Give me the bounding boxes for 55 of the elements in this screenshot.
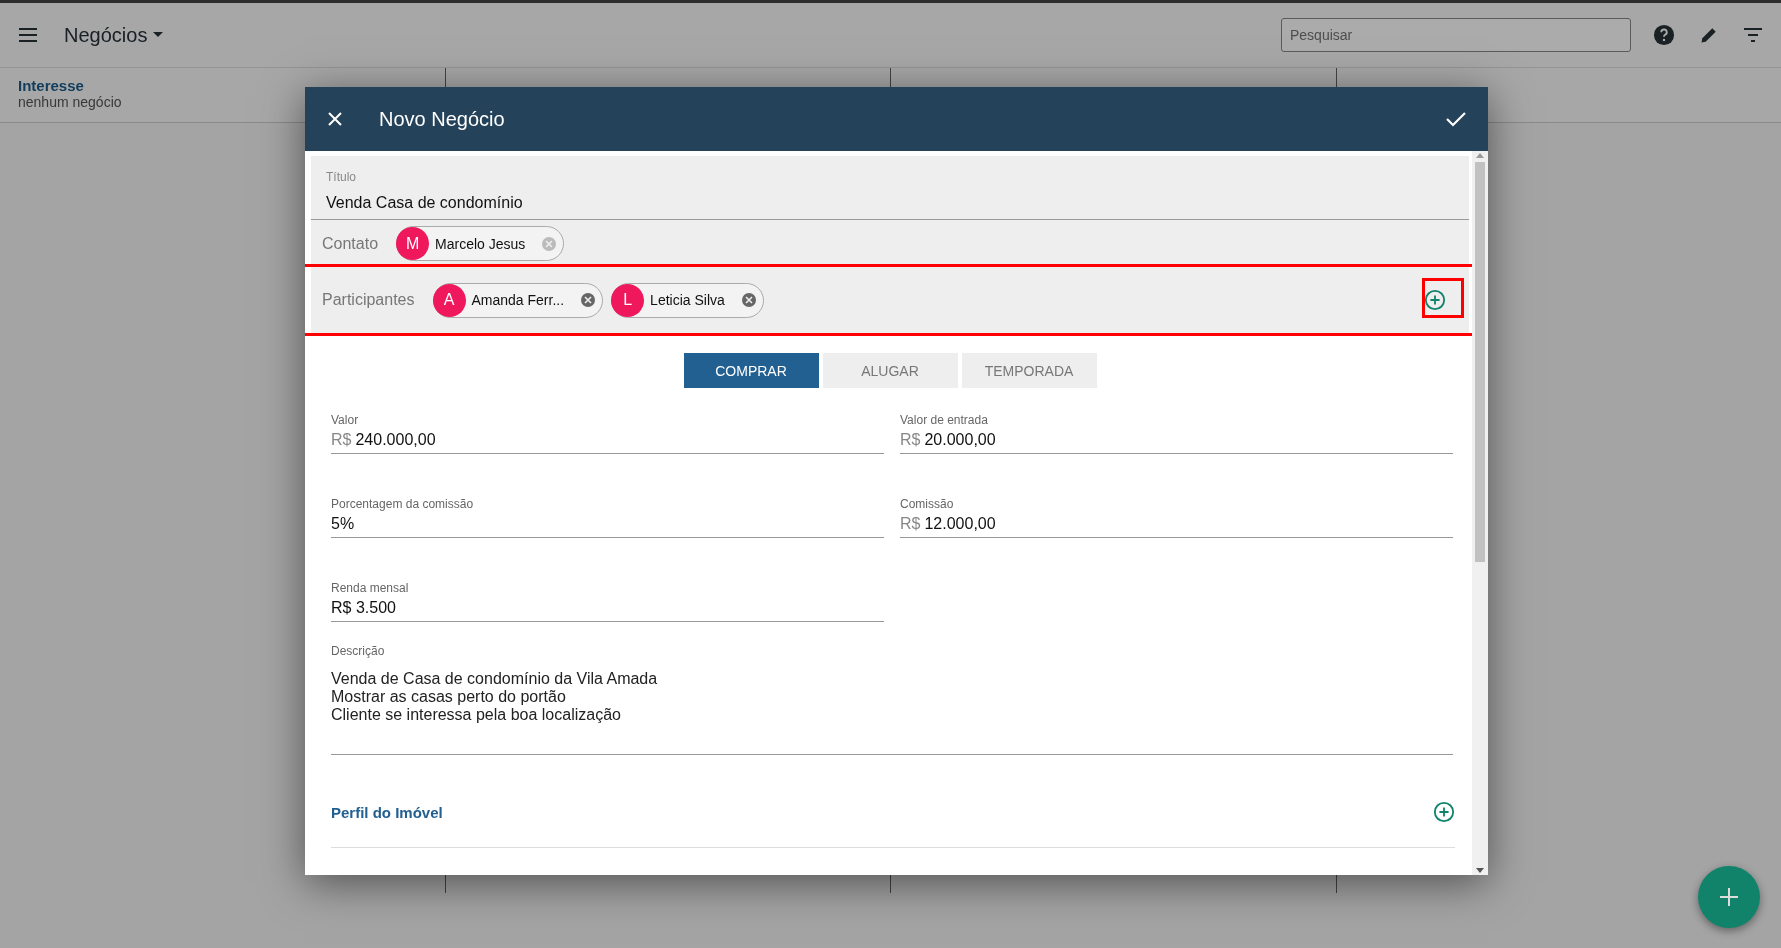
mode-tab[interactable]: ALUGAR (822, 353, 958, 388)
field-label: Contato (322, 234, 379, 253)
stage-subtitle: nenhum negócio (18, 94, 123, 110)
description-field[interactable]: Descrição Venda de Casa de condomínio da Vila Amada Mostrar as casas perto do portão Cliente se interessa pela boa localização (331, 644, 1453, 755)
field-value: 12.000,00 (924, 515, 996, 533)
field-label: Descrição (331, 644, 386, 658)
input-field[interactable]: Renda mensal R$ 3.500 (331, 566, 884, 622)
add-icon[interactable] (1424, 289, 1446, 311)
chip-label: Marcelo Jesus (435, 235, 526, 252)
chip-label: Amanda Ferr... (471, 292, 565, 308)
field-label: Participantes (322, 291, 415, 309)
mode-tab[interactable]: TEMPORADA (961, 353, 1097, 388)
title-field[interactable]: Título Venda Casa de condomínio (311, 156, 1469, 220)
input-field[interactable]: Porcentagem da comissão 5% (331, 482, 884, 538)
close-icon[interactable] (327, 111, 343, 127)
check-icon[interactable] (1446, 111, 1466, 127)
field-value: 5% (331, 515, 355, 533)
input-field[interactable]: Valor R$ 240.000,00 (331, 398, 884, 454)
search-field[interactable]: Pesquisar (1281, 18, 1631, 52)
mode-tab[interactable]: COMPRAR (683, 353, 819, 388)
field-value: 240.000,00 (355, 431, 436, 449)
remove-icon[interactable] (580, 292, 597, 308)
currency-prefix: R$ (331, 431, 352, 449)
scroll-down-icon[interactable] (1476, 868, 1484, 873)
caret-icon (153, 32, 164, 38)
field-value: Venda de Casa de condomínio da Vila Amada Mostrar as casas perto do portão Cliente se interessa pela boa localização (331, 670, 659, 724)
field-value: 20.000,00 (924, 431, 996, 449)
help-icon[interactable] (1653, 24, 1675, 46)
menu-icon[interactable] (18, 27, 38, 43)
chip-label: Leticia Silva (650, 292, 725, 308)
input-field[interactable]: Comissão R$ 12.000,00 (900, 482, 1453, 538)
contact-field[interactable]: Contato M Marcelo Jesus (311, 220, 1469, 267)
section-title[interactable]: Perfil do Imóvel (331, 803, 443, 821)
currency-prefix: R$ (900, 515, 921, 533)
avatar: M (396, 227, 430, 260)
filter-icon[interactable] (1743, 28, 1763, 42)
pencil-icon[interactable] (1699, 25, 1719, 45)
field-label: Porcentagem da comissão (331, 497, 475, 511)
input-field[interactable]: Valor de entrada R$ 20.000,00 (900, 398, 1453, 454)
plus-icon (1719, 887, 1739, 907)
field-label: Comissão (900, 497, 955, 511)
stage-title: Interesse (18, 77, 85, 94)
field-label: Valor de entrada (900, 413, 989, 427)
currency-prefix: R$ (900, 431, 921, 449)
field-value: Venda Casa de condomínio (326, 194, 524, 212)
avatar: A (432, 283, 466, 317)
field-label: Renda mensal (331, 581, 410, 595)
avatar: L (611, 283, 645, 317)
add-icon[interactable] (1433, 801, 1455, 823)
remove-icon[interactable] (740, 292, 757, 308)
field-value: R$ 3.500 (331, 599, 396, 617)
scrollbar[interactable] (1472, 151, 1488, 875)
field-label: Valor (331, 413, 360, 427)
field-label: Título (326, 170, 357, 184)
page-title[interactable]: Negócios (64, 23, 164, 47)
